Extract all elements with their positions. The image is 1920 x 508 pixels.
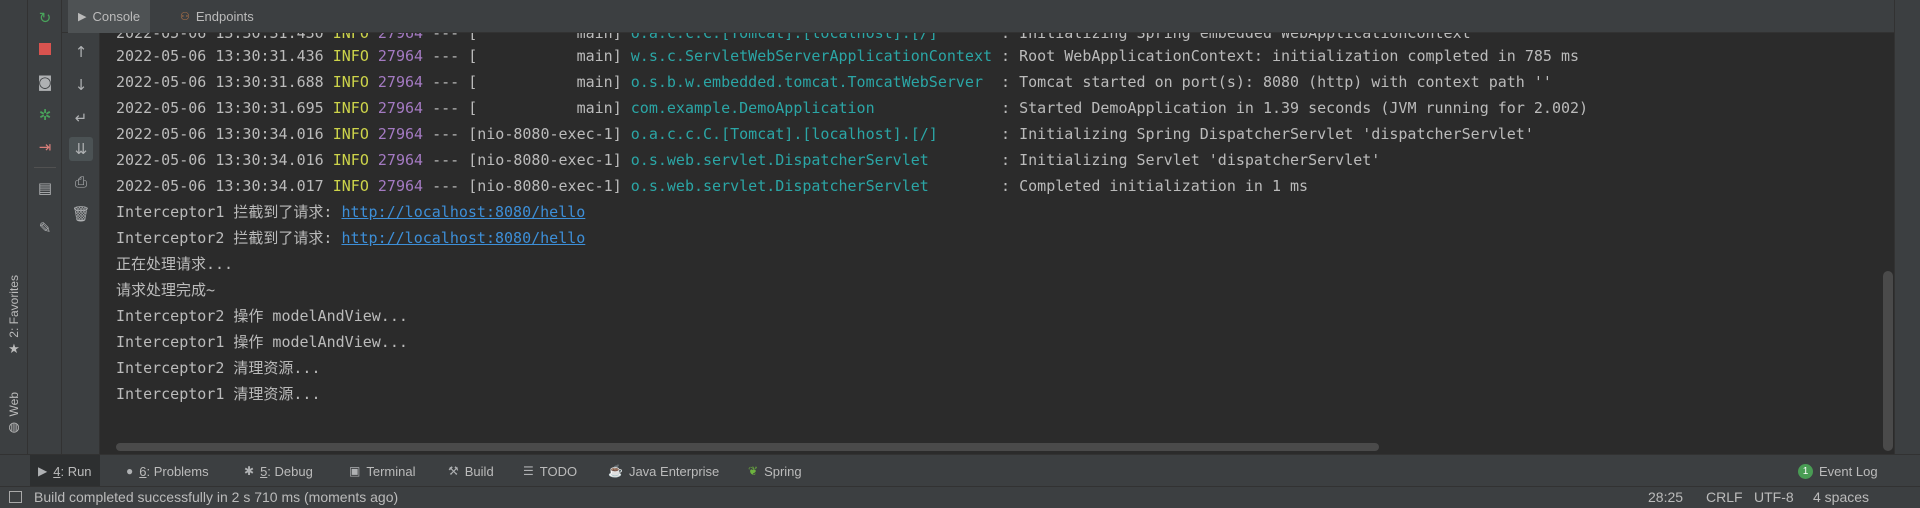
- down-arrow-icon[interactable]: ↓: [69, 73, 93, 97]
- tab-terminal[interactable]: ▣ Terminal: [341, 455, 423, 487]
- tab-todo[interactable]: ☰ TODO: [515, 455, 585, 487]
- right-tool-strip: [1894, 0, 1920, 454]
- output-line: Interceptor2 清理资源...: [116, 359, 321, 377]
- web-label: Web: [7, 392, 21, 417]
- web-tab[interactable]: Web ◍: [2, 392, 26, 435]
- globe-icon: ◍: [8, 420, 20, 436]
- debug-icon: ✱: [244, 464, 255, 478]
- tab-console-label: Console: [92, 9, 141, 24]
- tab-console[interactable]: ▶ Console: [68, 0, 151, 33]
- java-enterprise-icon: ☕: [608, 464, 623, 478]
- log-line: 2022-05-06 13:30:34.016 INFO 27964 --- […: [116, 125, 1534, 143]
- console-icon: ▶: [78, 11, 87, 23]
- log-line: 2022-05-06 13:30:34.017 INFO 27964 --- […: [116, 177, 1309, 195]
- log-line: 2022-05-06 13:30:34.016 INFO 27964 --- […: [116, 151, 1381, 169]
- interceptor-line: Interceptor1 拦截到了请求: http://localhost:80…: [116, 203, 586, 221]
- hello-link[interactable]: http://localhost:8080/hello: [341, 229, 585, 247]
- event-count-badge: 1: [1798, 463, 1813, 479]
- todo-icon: ☰: [523, 464, 534, 478]
- run-tab-bar: ▶ Console ⚇ Endpoints: [28, 0, 1920, 33]
- horizontal-scrollbar[interactable]: [116, 443, 1379, 451]
- log-line: 2022-05-06 13:30:31.688 INFO 27964 --- […: [116, 73, 1552, 91]
- line-separator[interactable]: CRLF: [1706, 489, 1743, 505]
- window-icon[interactable]: [9, 491, 22, 503]
- status-bar: Build completed successfully in 2 s 710 …: [0, 486, 1920, 508]
- trash-icon[interactable]: 🗑: [69, 202, 93, 226]
- problems-icon: ●: [126, 464, 134, 478]
- cursor-position[interactable]: 28:25: [1648, 489, 1683, 505]
- output-line: 请求处理完成~: [116, 281, 216, 299]
- output-line: Interceptor1 清理资源...: [116, 385, 321, 403]
- run-icon: ▶: [38, 464, 48, 478]
- tab-endpoints[interactable]: ⚇ Endpoints: [170, 0, 264, 33]
- tab-problems[interactable]: ● 6: Problems: [118, 455, 217, 487]
- file-encoding[interactable]: UTF-8: [1754, 489, 1794, 505]
- favorites-tab[interactable]: 2: Favorites ★: [2, 275, 26, 357]
- stop-icon: [39, 43, 51, 55]
- debug-settings-icon[interactable]: ✲: [33, 103, 57, 127]
- tab-debug[interactable]: ✱ 5: Debug: [236, 455, 321, 487]
- terminal-icon: ▣: [349, 464, 361, 478]
- build-icon: ⚒: [448, 464, 459, 478]
- exit-icon[interactable]: ⇥: [33, 135, 57, 159]
- layout-icon[interactable]: ▤: [33, 176, 57, 200]
- status-message[interactable]: Build completed successfully in 2 s 710 …: [34, 489, 398, 505]
- output-line: Interceptor2 操作 modelAndView...: [116, 307, 408, 325]
- hello-link[interactable]: http://localhost:8080/hello: [341, 203, 585, 221]
- left-tool-strip: 2: Favorites ★ Web ◍: [0, 0, 28, 454]
- tab-build[interactable]: ⚒ Build: [440, 455, 502, 487]
- print-icon[interactable]: ⎙: [69, 170, 93, 194]
- endpoints-icon: ⚇: [180, 11, 190, 23]
- run-toolbar: ↻ ◙ ✲ ⇥ ▤ ✎: [28, 0, 62, 454]
- tab-run[interactable]: ▶ 4: Run: [30, 455, 100, 487]
- vertical-scrollbar[interactable]: [1883, 271, 1893, 451]
- output-line: Interceptor1 操作 modelAndView...: [116, 333, 408, 351]
- tab-spring[interactable]: ❦ Spring: [740, 455, 810, 487]
- toolbar-separator: [34, 167, 56, 168]
- interceptor-line: Interceptor2 拦截到了请求: http://localhost:80…: [116, 229, 586, 247]
- star-icon: ★: [8, 341, 20, 357]
- rerun-icon[interactable]: ↻: [33, 6, 57, 30]
- spring-icon: ❦: [748, 464, 759, 478]
- camera-icon[interactable]: ◙: [33, 70, 57, 94]
- scroll-to-end-icon[interactable]: ⇊: [69, 137, 93, 161]
- soft-wrap-icon[interactable]: ↵: [69, 106, 93, 130]
- event-log-button[interactable]: 1 Event Log: [1790, 455, 1886, 487]
- console-toolbar: ↑ ↓ ↵ ⇊ ⎙ 🗑: [62, 33, 100, 454]
- indent-setting[interactable]: 4 spaces: [1813, 489, 1869, 505]
- tool-window-bar: ▶ 4: Run ● 6: Problems ✱ 5: Debug ▣ Term…: [0, 454, 1920, 487]
- log-line: 2022-05-06 13:30:31.695 INFO 27964 --- […: [116, 99, 1589, 117]
- stop-button[interactable]: [33, 37, 57, 61]
- log-line: 2022-05-06 13:30:31.436 INFO 27964 --- […: [116, 47, 1580, 65]
- console-output[interactable]: 2022-05-06 13:30:31.430 INFO 27964 --- […: [100, 33, 1882, 454]
- up-arrow-icon[interactable]: ↑: [69, 40, 93, 64]
- pin-icon[interactable]: ✎: [33, 216, 57, 240]
- tab-endpoints-label: Endpoints: [195, 9, 254, 24]
- favorites-label: 2: Favorites: [7, 275, 21, 338]
- tab-java-enterprise[interactable]: ☕ Java Enterprise: [600, 455, 727, 487]
- output-line: 正在处理请求...: [116, 255, 234, 273]
